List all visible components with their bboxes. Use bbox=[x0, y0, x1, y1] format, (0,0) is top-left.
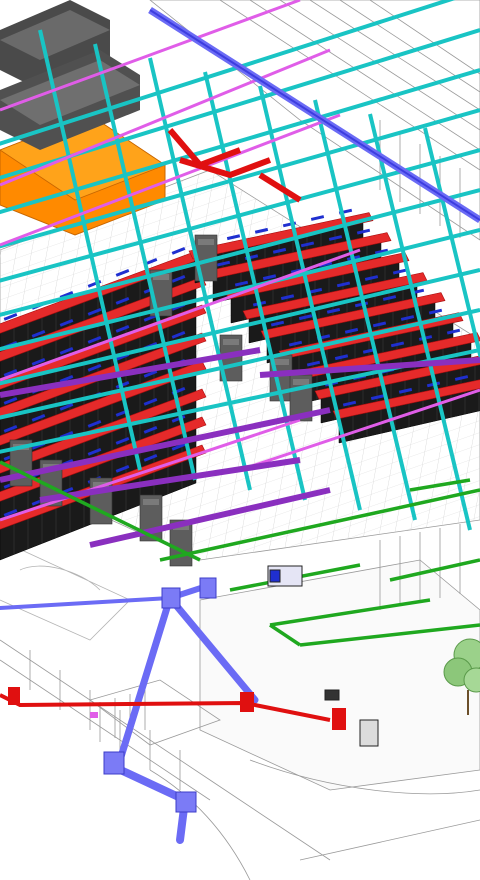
crac-vent bbox=[223, 339, 239, 345]
crac-vent bbox=[143, 499, 159, 505]
annex-building bbox=[199, 559, 480, 791]
crac-vent bbox=[293, 379, 309, 385]
parking-outline bbox=[0, 539, 131, 641]
cold-aisle-tray-segment bbox=[310, 215, 325, 221]
crac-vent bbox=[273, 359, 289, 365]
crac-vent bbox=[198, 239, 214, 245]
outdoor-duct-boxes bbox=[103, 577, 217, 813]
model-viewport[interactable] bbox=[0, 0, 480, 880]
upper-rack-rows bbox=[0, 0, 140, 150]
bim-isometric-scene bbox=[0, 0, 480, 880]
